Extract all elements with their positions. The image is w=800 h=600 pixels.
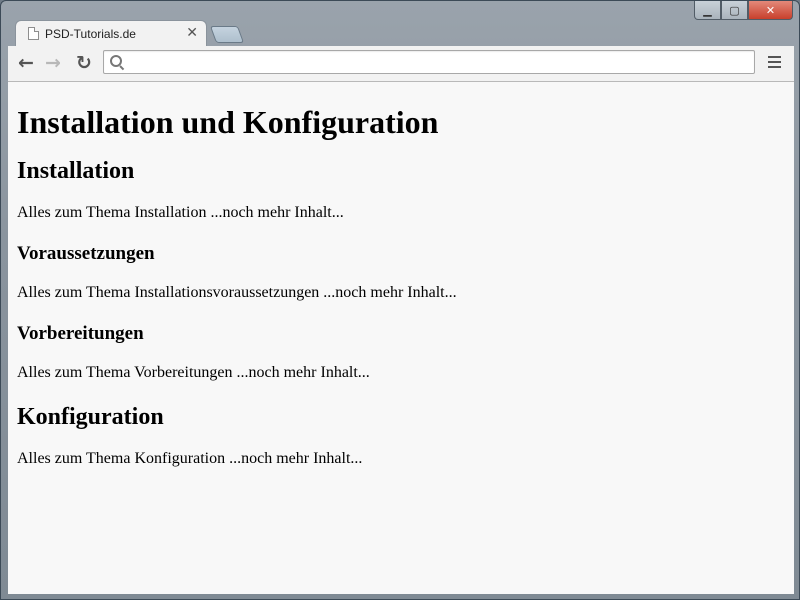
section-text-installation: Alles zum Thema Installation ...noch meh…: [17, 204, 344, 221]
page-icon: [28, 27, 39, 40]
browser-toolbar: ← → ↻: [8, 46, 794, 82]
reload-button[interactable]: ↻: [73, 52, 95, 74]
minimize-button[interactable]: ▁: [694, 1, 721, 20]
browser-tab[interactable]: PSD-Tutorials.de ✕: [15, 20, 207, 47]
tab-title: PSD-Tutorials.de: [45, 27, 136, 41]
search-icon: [110, 55, 122, 67]
window-controls: ▁ ▢ ✕: [694, 1, 793, 21]
section-heading-installation: Installation: [17, 158, 135, 184]
browser-window: PSD-Tutorials.de ✕ ▁ ▢ ✕ ← → ↻ Installat…: [0, 0, 800, 600]
section-heading-konfiguration: Konfiguration: [17, 404, 164, 430]
tab-close-icon[interactable]: ✕: [186, 25, 198, 41]
forward-button[interactable]: →: [42, 52, 64, 74]
page-title: Installation und Konfiguration: [17, 104, 439, 140]
page-viewport: Installation und Konfiguration Installat…: [8, 82, 794, 594]
section-heading-vorbereitungen: Vorbereitungen: [17, 323, 144, 344]
title-bar: PSD-Tutorials.de ✕ ▁ ▢ ✕: [1, 1, 799, 47]
new-tab-button[interactable]: [209, 26, 245, 43]
address-bar[interactable]: [103, 50, 755, 74]
menu-icon[interactable]: [768, 56, 782, 70]
close-window-button[interactable]: ✕: [748, 1, 793, 20]
section-text-voraussetzungen: Alles zum Thema Installationsvoraussetzu…: [17, 284, 457, 301]
address-input[interactable]: [128, 53, 752, 73]
maximize-button[interactable]: ▢: [721, 1, 748, 20]
page-content: Installation und Konfiguration Installat…: [8, 103, 794, 469]
section-text-konfiguration: Alles zum Thema Konfiguration ...noch me…: [17, 450, 363, 467]
section-text-vorbereitungen: Alles zum Thema Vorbereitungen ...noch m…: [17, 364, 370, 381]
back-button[interactable]: ←: [15, 52, 37, 74]
section-heading-voraussetzungen: Voraussetzungen: [17, 243, 155, 264]
